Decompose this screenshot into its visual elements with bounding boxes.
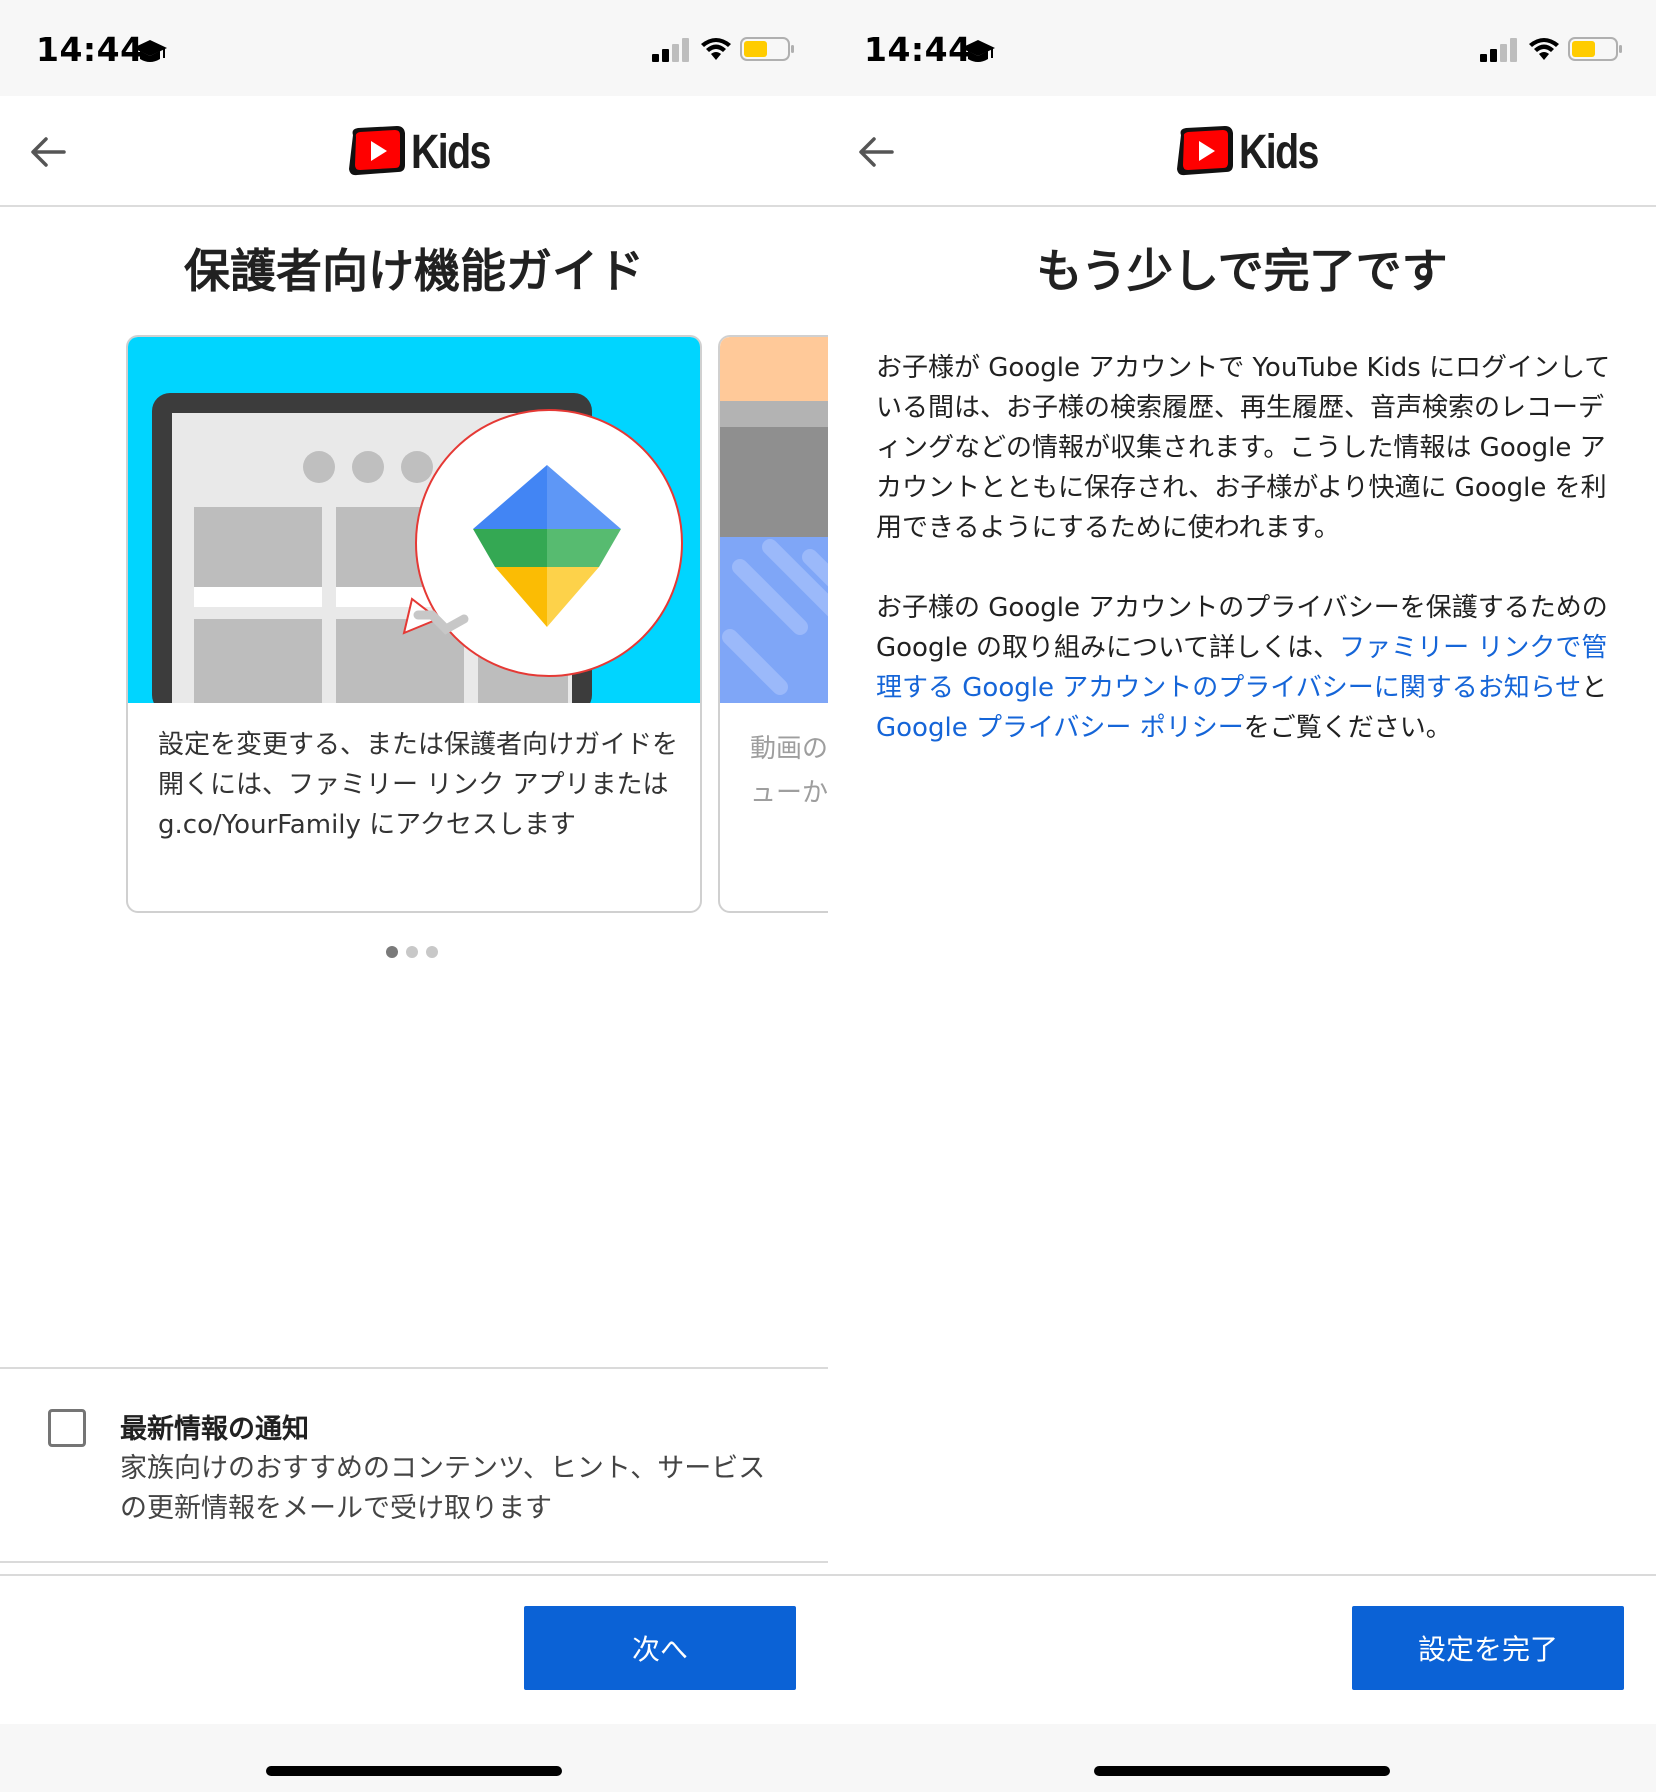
youtube-kids-logo: Kids [1173,125,1319,179]
battery-icon [740,37,794,61]
graduation-cap-icon [961,40,995,62]
home-indicator[interactable] [266,1766,562,1776]
home-indicator[interactable] [1094,1766,1390,1776]
privacy-paragraph-2: お子様の Google アカウントのプライバシーを保護するための Google … [876,593,1608,743]
parental-guide-screen: 14:44 Kids 保護者向け機能ガイド 設定を変更する、または保護者向けガイ… [0,0,828,1792]
battery-icon [1568,37,1622,61]
app-window: 14:44 Kids 保護者向け機能ガイド 設定を変更する、または保護者向けガイ… [0,0,1656,1792]
app-header: Kids [828,96,1656,207]
logo-text: Kids [1239,126,1319,179]
notification-checkbox[interactable] [48,1409,86,1447]
home-indicator-area [0,1724,828,1792]
app-header: Kids [0,96,828,207]
next-card-illustration [720,337,828,703]
youtube-kids-logo: Kids [345,125,491,179]
home-indicator-area [828,1724,1656,1792]
notification-title: 最新情報の通知 [120,1414,309,1445]
next-card-text: 動画の ューか [750,734,828,808]
status-time: 14:44 [864,30,972,69]
logo-text: Kids [411,126,491,179]
status-bar: 14:44 [828,0,1656,96]
youtube-play-icon [1177,126,1233,176]
page-title: もう少しで完了です [1036,244,1448,298]
family-link-illustration [128,337,700,703]
wifi-icon [701,38,731,60]
google-privacy-policy-link[interactable]: Google プライバシー ポリシー [876,713,1244,743]
back-arrow-icon[interactable] [28,132,68,172]
page-title: 保護者向け機能ガイド [184,244,644,298]
cellular-signal-icon [652,38,689,62]
back-arrow-icon[interactable] [856,132,896,172]
graduation-cap-icon [133,40,167,62]
cellular-signal-icon [1480,38,1517,62]
pagination-dot-active[interactable] [386,946,398,958]
next-button[interactable]: 次へ [524,1606,796,1690]
youtube-play-icon [349,126,405,176]
pagination-dot[interactable] [426,946,438,958]
almost-done-screen: 14:44 Kids もう少しで完了です お子様が Google アカウントで … [828,0,1656,1792]
pagination-dot[interactable] [406,946,418,958]
guide-card[interactable]: 設定を変更する、または保護者向けガイドを開くには、ファミリー リンク アプリまた… [126,335,702,913]
finish-setup-button[interactable]: 設定を完了 [1352,1606,1624,1690]
privacy-paragraph-1: お子様が Google アカウントで YouTube Kids にログインしてい… [876,353,1611,543]
guide-card-text: 設定を変更する、または保護者向けガイドを開くには、ファミリー リンク アプリまた… [158,730,679,840]
footer-bar: 設定を完了 [828,1574,1656,1724]
next-guide-card[interactable]: 動画の ューか [718,335,828,913]
notification-option: 最新情報の通知 家族向けのおすすめのコンテンツ、ヒント、サービスの更新情報をメー… [0,1367,828,1563]
privacy-notice: お子様が Google アカウントで YouTube Kids にログインしてい… [876,348,1616,788]
carousel-pagination [386,946,446,960]
status-time: 14:44 [36,30,144,69]
status-bar: 14:44 [0,0,828,96]
notification-description: 家族向けのおすすめのコンテンツ、ヒント、サービスの更新情報をメールで受け取ります [120,1453,766,1524]
wifi-icon [1529,38,1559,60]
footer-bar: 次へ [0,1574,828,1724]
